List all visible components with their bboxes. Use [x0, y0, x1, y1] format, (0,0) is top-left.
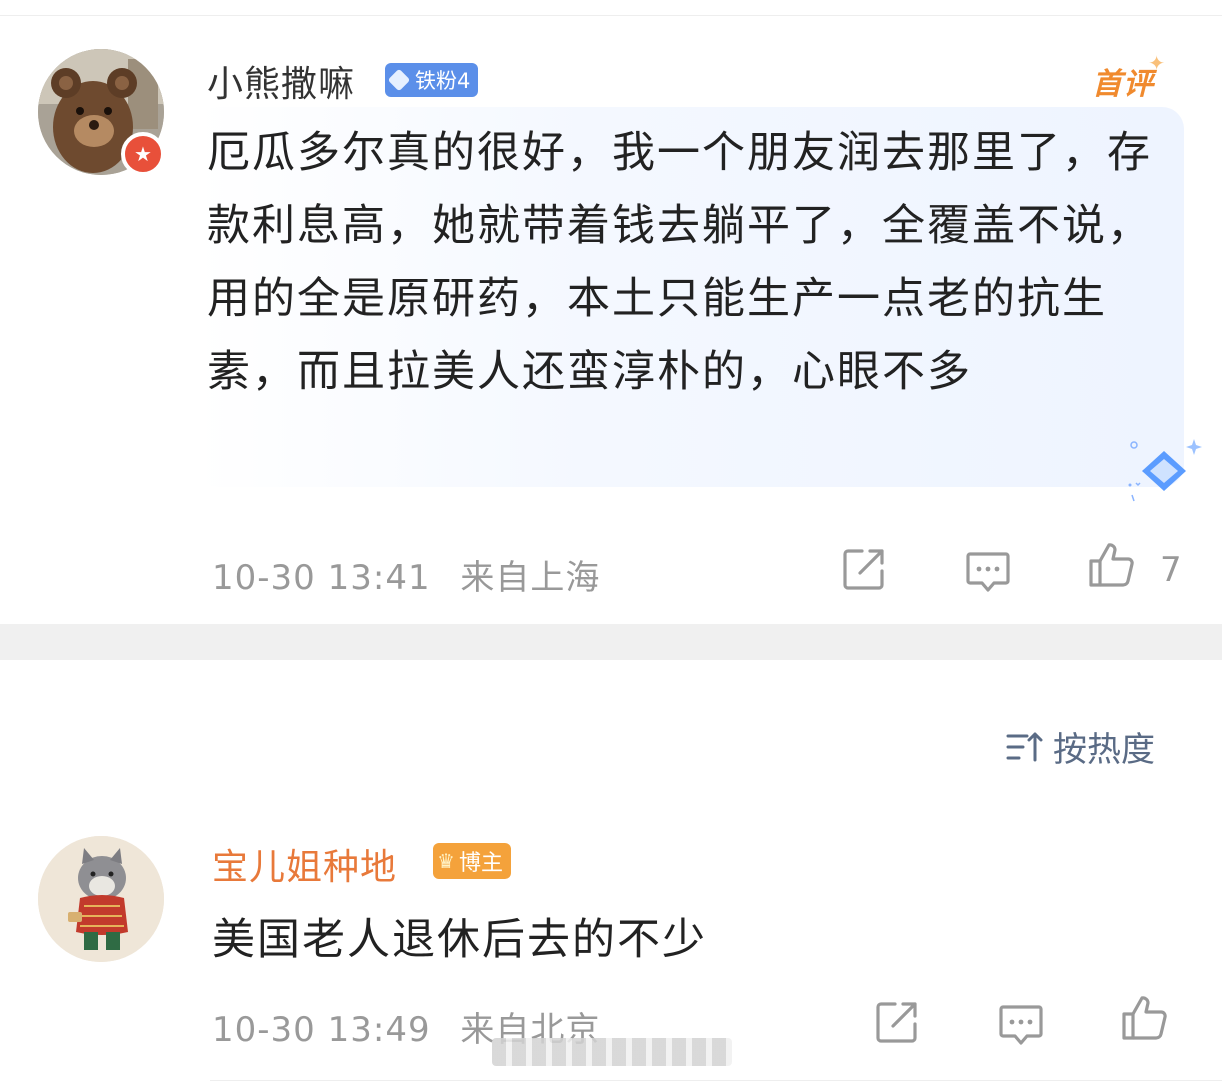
reply-username[interactable]: 宝儿姐种地 — [212, 838, 397, 890]
blogger-badge-label: 博主 — [458, 851, 503, 876]
blogger-badge[interactable]: ♛ 博主 — [433, 843, 511, 879]
comment-text: 厄瓜多尔真的很好，我一个朋友润去那里了，存款利息高，她就带着钱去躺平了，全覆盖不… — [207, 128, 1152, 397]
diamond-icon — [387, 68, 411, 92]
avatar[interactable] — [38, 836, 164, 962]
comment-time: 10-30 13:41 — [212, 558, 431, 598]
comment-icon[interactable] — [964, 547, 1012, 595]
sort-label: 按热度 — [1053, 730, 1155, 770]
username[interactable]: 小熊撒嘛 — [207, 55, 355, 107]
diamond-decoration-icon — [1128, 439, 1202, 502]
reply-text: 美国老人退休后去的不少 — [212, 915, 707, 965]
bottom-divider — [210, 1080, 1222, 1081]
comment-card: ★ 小熊撒嘛 铁粉4 首评 ✦ 厄瓜多尔真的很好，我一个朋友润去那里了，存款利息… — [0, 17, 1222, 624]
reply-time: 10-30 13:49 — [212, 1010, 431, 1050]
fan-badge[interactable]: 铁粉4 — [385, 63, 479, 97]
share-icon[interactable] — [840, 545, 888, 593]
sort-by-hot-button[interactable]: 按热度 — [1005, 722, 1155, 771]
crown-icon: ♛ — [437, 849, 455, 873]
sparkle-icon: ✦ — [1148, 51, 1166, 75]
top-divider — [0, 0, 1222, 16]
cat-avatar-image — [38, 836, 164, 962]
comment-meta: 10-30 13:41 来自上海 — [212, 550, 600, 599]
comment-location: 来自上海 — [460, 558, 601, 598]
verified-star-icon: ★ — [121, 132, 165, 176]
watermark — [492, 1038, 732, 1066]
share-icon[interactable] — [873, 998, 921, 1046]
sort-icon — [1006, 732, 1043, 761]
section-divider — [0, 624, 1222, 660]
like-icon[interactable] — [1087, 541, 1135, 589]
like-count: 7 — [1160, 550, 1183, 590]
first-comment-tag: 首评 ✦ — [1092, 51, 1165, 103]
comment-icon[interactable] — [997, 1000, 1045, 1048]
first-comment-label: 首评 — [1092, 67, 1154, 102]
like-icon[interactable] — [1120, 994, 1168, 1042]
fan-badge-label: 铁粉4 — [415, 69, 471, 93]
